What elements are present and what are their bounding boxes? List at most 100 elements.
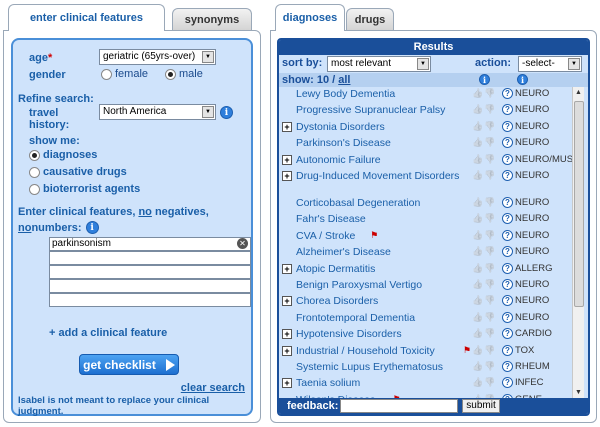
expand-icon[interactable]: + bbox=[282, 171, 292, 181]
diagnosis-name[interactable]: Alzheimer's Disease bbox=[296, 246, 391, 258]
show-diagnoses-radio[interactable]: diagnoses bbox=[29, 149, 97, 161]
question-mark-icon[interactable]: ? bbox=[502, 104, 513, 116]
diagnosis-row[interactable]: Systemic Lupus Erythematosus 👍👎? RHEUM bbox=[279, 360, 570, 375]
diagnosis-name[interactable]: Industrial / Household Toxicity bbox=[296, 345, 435, 357]
action-select[interactable]: -select- ▼ bbox=[518, 56, 582, 72]
diagnosis-name[interactable]: CVA / Stroke bbox=[296, 230, 355, 242]
thumbs-feedback-icon[interactable]: 👍👎 bbox=[472, 213, 496, 224]
results-scrollbar[interactable]: ▲ ▼ bbox=[572, 87, 584, 398]
thumbs-feedback-icon[interactable]: 👍👎 bbox=[472, 170, 496, 181]
thumbs-feedback-icon[interactable]: 👍👎 bbox=[472, 104, 496, 115]
info-icon[interactable]: i bbox=[517, 74, 528, 85]
show-causative-drugs-radio[interactable]: causative drugs bbox=[29, 166, 127, 178]
get-checklist-button[interactable]: get checklist bbox=[79, 354, 179, 375]
add-clinical-feature-link[interactable]: + add a clinical feature bbox=[49, 327, 167, 339]
clinical-feature-input[interactable]: parkinsonism ✕ bbox=[49, 237, 251, 251]
thumbs-feedback-icon[interactable]: 👍👎 bbox=[472, 121, 496, 132]
question-mark-icon[interactable]: ? bbox=[502, 262, 513, 274]
thumbs-feedback-icon[interactable]: 👍👎 bbox=[472, 88, 496, 99]
thumbs-feedback-icon[interactable]: 👍👎 bbox=[472, 246, 496, 257]
diagnosis-row[interactable]: + Hypotensive Disorders 👍👎? CARDIO bbox=[279, 327, 570, 342]
travel-history-select[interactable]: North America ▼ bbox=[99, 104, 216, 120]
diagnosis-row[interactable]: Frontotemporal Dementia 👍👎? NEURO bbox=[279, 311, 570, 326]
expand-icon[interactable]: + bbox=[282, 378, 292, 389]
diagnosis-name[interactable]: Taenia solium bbox=[296, 377, 360, 389]
question-mark-icon[interactable]: ? bbox=[502, 88, 513, 99]
submit-button[interactable]: submit bbox=[462, 399, 500, 413]
question-mark-icon[interactable]: ? bbox=[502, 170, 513, 181]
diagnosis-row[interactable]: + Industrial / Household Toxicity ⚑ 👍👎? TOX bbox=[279, 344, 570, 359]
thumbs-feedback-icon[interactable]: 👍👎 bbox=[472, 312, 496, 323]
clinical-feature-input[interactable] bbox=[49, 279, 251, 293]
diagnosis-name[interactable]: Systemic Lupus Erythematosus bbox=[296, 361, 443, 373]
tab-diagnoses[interactable]: diagnoses bbox=[275, 4, 345, 31]
question-mark-icon[interactable]: ? bbox=[502, 246, 513, 258]
question-mark-icon[interactable]: ? bbox=[502, 197, 513, 208]
gender-male-radio[interactable]: male bbox=[165, 68, 203, 80]
thumbs-feedback-icon[interactable]: 👍👎 bbox=[472, 377, 496, 388]
expand-icon[interactable]: + bbox=[282, 345, 292, 356]
expand-icon[interactable]: + bbox=[282, 121, 292, 132]
show-bioterrorist-radio[interactable]: bioterrorist agents bbox=[29, 183, 140, 195]
thumbs-feedback-icon[interactable]: 👍👎 bbox=[472, 197, 496, 208]
info-icon[interactable]: i bbox=[85, 221, 99, 234]
diagnosis-row[interactable]: + Drug-Induced Movement Disorders 👍👎? NEURO bbox=[279, 169, 570, 199]
question-mark-icon[interactable]: ? bbox=[502, 120, 513, 132]
diagnosis-row[interactable]: + Atopic Dermatitis 👍👎? ALLERG bbox=[279, 262, 570, 277]
question-mark-icon[interactable]: ? bbox=[502, 328, 513, 340]
question-mark-icon[interactable]: ? bbox=[502, 361, 513, 372]
info-icon[interactable]: i bbox=[479, 74, 490, 85]
diagnosis-row[interactable]: Parkinson's Disease 👍👎? NEURO bbox=[279, 136, 570, 151]
tab-synonyms[interactable]: synonyms bbox=[172, 8, 252, 30]
question-mark-icon[interactable]: ? bbox=[502, 377, 513, 389]
question-mark-icon[interactable]: ? bbox=[502, 137, 513, 149]
diagnosis-name[interactable]: Autonomic Failure bbox=[296, 154, 381, 166]
tab-drugs[interactable]: drugs bbox=[346, 8, 394, 30]
diagnosis-name[interactable]: Drug-Induced Movement Disorders bbox=[296, 170, 466, 182]
clinical-feature-input[interactable] bbox=[49, 251, 251, 265]
diagnosis-row[interactable]: Corticobasal Degeneration 👍👎? NEURO bbox=[279, 196, 570, 211]
question-mark-icon[interactable]: ? bbox=[502, 229, 513, 241]
clear-input-icon[interactable]: ✕ bbox=[237, 238, 248, 249]
show-all-link[interactable]: all bbox=[338, 74, 350, 86]
thumbs-feedback-icon[interactable]: 👍👎 bbox=[472, 279, 496, 290]
scroll-thumb[interactable] bbox=[574, 101, 584, 307]
diagnosis-name[interactable]: Parkinson's Disease bbox=[296, 137, 391, 149]
thumbs-feedback-icon[interactable]: 👍👎 bbox=[472, 345, 496, 356]
thumbs-feedback-icon[interactable]: 👍👎 bbox=[472, 361, 496, 372]
question-mark-icon[interactable]: ? bbox=[502, 213, 513, 225]
diagnosis-name[interactable]: Frontotemporal Dementia bbox=[296, 312, 415, 324]
diagnosis-name[interactable]: Fahr's Disease bbox=[296, 213, 366, 225]
diagnosis-row[interactable]: + Chorea Disorders 👍👎? NEURO bbox=[279, 294, 570, 309]
thumbs-feedback-icon[interactable]: 👍👎 bbox=[472, 263, 496, 274]
expand-icon[interactable]: + bbox=[282, 154, 292, 165]
thumbs-feedback-icon[interactable]: 👍👎 bbox=[472, 230, 496, 241]
question-mark-icon[interactable]: ? bbox=[502, 295, 513, 307]
diagnosis-row[interactable]: + Taenia solium 👍👎? INFEC bbox=[279, 376, 570, 391]
diagnosis-name[interactable]: Atopic Dermatitis bbox=[296, 263, 375, 275]
scroll-down-icon[interactable]: ▼ bbox=[575, 389, 582, 396]
gender-female-radio[interactable]: female bbox=[101, 68, 148, 80]
diagnosis-row[interactable]: Alzheimer's Disease 👍👎? NEURO bbox=[279, 245, 570, 260]
thumbs-feedback-icon[interactable]: 👍👎 bbox=[472, 328, 496, 339]
diagnosis-name[interactable]: Chorea Disorders bbox=[296, 295, 378, 307]
thumbs-feedback-icon[interactable]: 👍👎 bbox=[472, 154, 496, 165]
diagnosis-name[interactable]: Benign Paroxysmal Vertigo bbox=[296, 279, 422, 291]
diagnosis-row[interactable]: + Autonomic Failure 👍👎? NEURO/MUS bbox=[279, 153, 572, 168]
expand-icon[interactable]: + bbox=[282, 263, 292, 274]
thumbs-feedback-icon[interactable]: 👍👎 bbox=[472, 137, 496, 148]
clinical-feature-input[interactable] bbox=[49, 293, 251, 307]
question-mark-icon[interactable]: ? bbox=[502, 311, 513, 323]
question-mark-icon[interactable]: ? bbox=[502, 344, 513, 356]
expand-icon[interactable]: + bbox=[282, 296, 292, 307]
diagnosis-name[interactable]: Lewy Body Dementia bbox=[296, 88, 395, 100]
expand-icon[interactable]: + bbox=[282, 329, 292, 340]
question-mark-icon[interactable]: ? bbox=[502, 279, 513, 290]
diagnosis-name[interactable]: Progressive Supranuclear Palsy bbox=[296, 104, 445, 116]
age-select[interactable]: geriatric (65yrs-over) ▼ bbox=[99, 49, 216, 65]
tab-enter-clinical-features[interactable]: enter clinical features bbox=[8, 4, 165, 31]
clear-search-link[interactable]: clear search bbox=[181, 382, 245, 394]
diagnosis-name[interactable]: Dystonia Disorders bbox=[296, 121, 385, 133]
diagnosis-name[interactable]: Corticobasal Degeneration bbox=[296, 197, 420, 209]
clinical-feature-input[interactable] bbox=[49, 265, 251, 279]
